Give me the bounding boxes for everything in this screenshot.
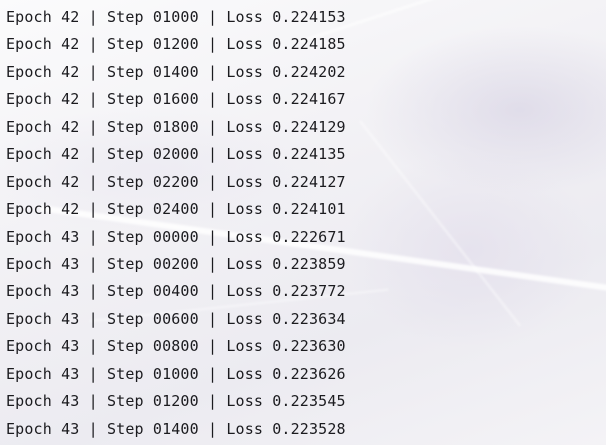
log-line: Epoch 42 | Step 01400 | Loss 0.224202 — [6, 62, 346, 81]
log-line: Epoch 42 | Step 01800 | Loss 0.224129 — [6, 117, 346, 136]
log-line: Epoch 43 | Step 00400 | Loss 0.223772 — [6, 282, 346, 301]
log-line: Epoch 42 | Step 01000 | Loss 0.224153 — [6, 8, 346, 26]
log-line: Epoch 43 | Step 01400 | Loss 0.223528 — [6, 419, 346, 438]
log-line: Epoch 43 | Step 01000 | Loss 0.223626 — [6, 364, 346, 383]
log-line: Epoch 42 | Step 02400 | Loss 0.224101 — [6, 200, 346, 219]
log-line: Epoch 42 | Step 02000 | Loss 0.224135 — [6, 145, 346, 164]
log-line: Epoch 42 | Step 02200 | Loss 0.224127 — [6, 172, 346, 191]
training-log-output: Epoch 42 | Step 01000 | Loss 0.224153 Ep… — [6, 4, 346, 443]
log-line: Epoch 43 | Step 00600 | Loss 0.223634 — [6, 309, 346, 328]
wallpaper-light-streak — [359, 120, 521, 327]
log-line: Epoch 42 | Step 01200 | Loss 0.224185 — [6, 35, 346, 54]
log-line: Epoch 43 | Step 01200 | Loss 0.223545 — [6, 392, 346, 411]
log-line: Epoch 43 | Step 00000 | Loss 0.222671 — [6, 227, 346, 246]
log-line: Epoch 42 | Step 01600 | Loss 0.224167 — [6, 90, 346, 109]
log-line: Epoch 43 | Step 00200 | Loss 0.223859 — [6, 254, 346, 273]
log-line: Epoch 43 | Step 00800 | Loss 0.223630 — [6, 337, 346, 356]
